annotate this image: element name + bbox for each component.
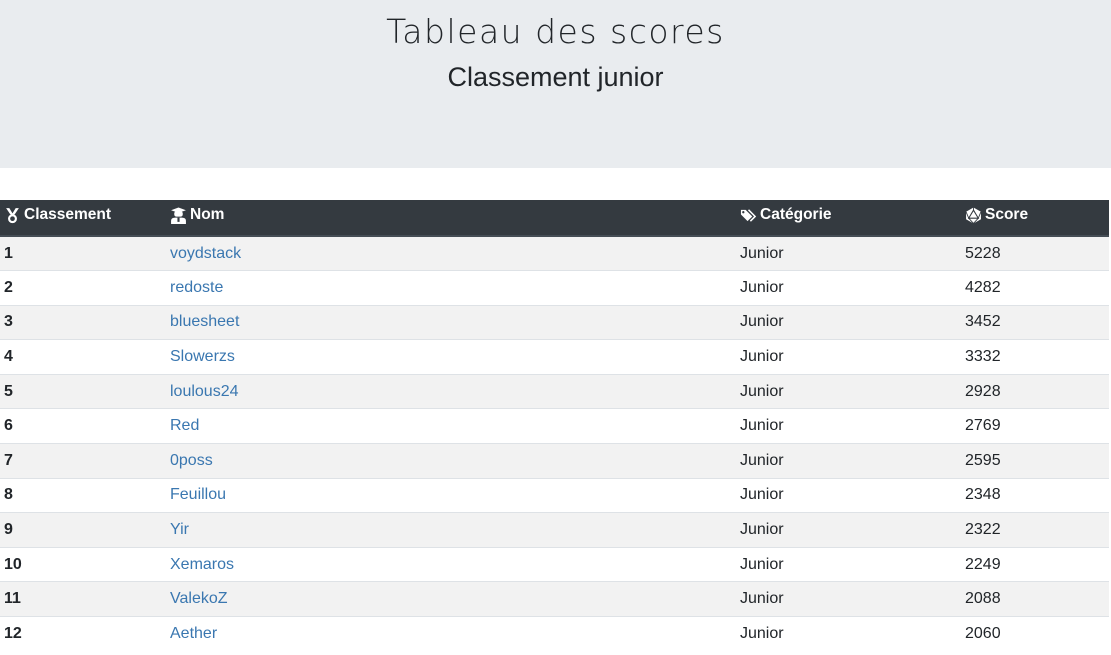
table-row: 5 loulous24 Junior 2928	[0, 373, 1109, 409]
category-cell: Junior	[736, 235, 961, 271]
player-link[interactable]: Yir	[170, 521, 189, 538]
player-link[interactable]: redoste	[170, 279, 223, 296]
page-title: Tableau des scores	[386, 12, 725, 51]
player-link[interactable]: bluesheet	[170, 313, 239, 330]
score-cell: 3452	[961, 304, 1109, 340]
column-header-rank: Classement	[0, 200, 166, 237]
rank-cell: 12	[0, 616, 166, 652]
category-cell: Junior	[736, 408, 961, 444]
rank-cell: 7	[0, 443, 166, 479]
rank-cell: 3	[0, 304, 166, 340]
player-link[interactable]: ValekoZ	[170, 590, 228, 607]
column-label-name: Nom	[190, 206, 225, 224]
player-link[interactable]: voydstack	[170, 245, 241, 262]
category-cell: Junior	[736, 477, 961, 513]
player-link[interactable]: Xemaros	[170, 556, 234, 573]
rank-cell: 8	[0, 477, 166, 513]
column-header-score: Score	[961, 200, 1109, 237]
score-cell: 2088	[961, 581, 1109, 617]
category-cell: Junior	[736, 373, 961, 409]
column-label-rank: Classement	[24, 206, 112, 224]
rank-cell: 2	[0, 270, 166, 306]
student-icon	[170, 207, 187, 224]
table-row: 2 redoste Junior 4282	[0, 270, 1109, 306]
table-row: 6 Red Junior 2769	[0, 408, 1109, 444]
rank-cell: 5	[0, 373, 166, 409]
score-cell: 3332	[961, 339, 1109, 375]
score-cell: 2928	[961, 373, 1109, 409]
player-link[interactable]: 0poss	[170, 452, 213, 469]
scoreboard-table-container: Classement Nom Catégorie Score 1 voydsta…	[0, 200, 1109, 652]
score-cell: 2249	[961, 546, 1109, 582]
medal-icon	[4, 207, 21, 224]
category-cell: Junior	[736, 443, 961, 479]
player-link[interactable]: loulous24	[170, 383, 239, 400]
dice-d20-icon	[965, 207, 982, 224]
table-row: 12 Aether Junior 2060	[0, 616, 1109, 652]
score-cell: 2348	[961, 477, 1109, 513]
score-cell: 5228	[961, 235, 1109, 271]
rank-cell: 10	[0, 546, 166, 582]
table-header: Classement Nom Catégorie Score	[0, 200, 1109, 237]
page-subtitle: Classement junior	[447, 62, 664, 92]
table-body: 1 voydstack Junior 5228 2 redoste Junior…	[0, 235, 1109, 652]
table-row: 7 0poss Junior 2595	[0, 443, 1109, 479]
player-link[interactable]: Red	[170, 417, 199, 434]
score-cell: 2595	[961, 443, 1109, 479]
category-cell: Junior	[736, 512, 961, 548]
player-link[interactable]: Slowerzs	[170, 348, 235, 365]
scoreboard-table: Classement Nom Catégorie Score 1 voydsta…	[0, 200, 1109, 652]
table-row: 9 Yir Junior 2322	[0, 512, 1109, 548]
table-row: 8 Feuillou Junior 2348	[0, 477, 1109, 513]
column-label-score: Score	[985, 206, 1029, 224]
table-row: 1 voydstack Junior 5228	[0, 235, 1109, 271]
rank-cell: 6	[0, 408, 166, 444]
rank-cell: 9	[0, 512, 166, 548]
category-cell: Junior	[736, 339, 961, 375]
header-banner: Tableau des scores Classement junior	[0, 0, 1111, 168]
rank-cell: 4	[0, 339, 166, 375]
table-row: 3 bluesheet Junior 3452	[0, 304, 1109, 340]
column-header-name: Nom	[166, 200, 736, 237]
score-cell: 2322	[961, 512, 1109, 548]
category-cell: Junior	[736, 581, 961, 617]
player-link[interactable]: Feuillou	[170, 486, 226, 503]
score-cell: 4282	[961, 270, 1109, 306]
table-row: 10 Xemaros Junior 2249	[0, 546, 1109, 582]
column-label-category: Catégorie	[760, 206, 832, 224]
rank-cell: 1	[0, 235, 166, 271]
category-cell: Junior	[736, 270, 961, 306]
column-header-category: Catégorie	[736, 200, 961, 237]
tags-icon	[740, 207, 757, 224]
player-link[interactable]: Aether	[170, 625, 217, 642]
table-row: 4 Slowerzs Junior 3332	[0, 339, 1109, 375]
category-cell: Junior	[736, 304, 961, 340]
category-cell: Junior	[736, 546, 961, 582]
table-row: 11 ValekoZ Junior 2088	[0, 581, 1109, 617]
score-cell: 2060	[961, 616, 1109, 652]
rank-cell: 11	[0, 581, 166, 617]
score-cell: 2769	[961, 408, 1109, 444]
category-cell: Junior	[736, 616, 961, 652]
